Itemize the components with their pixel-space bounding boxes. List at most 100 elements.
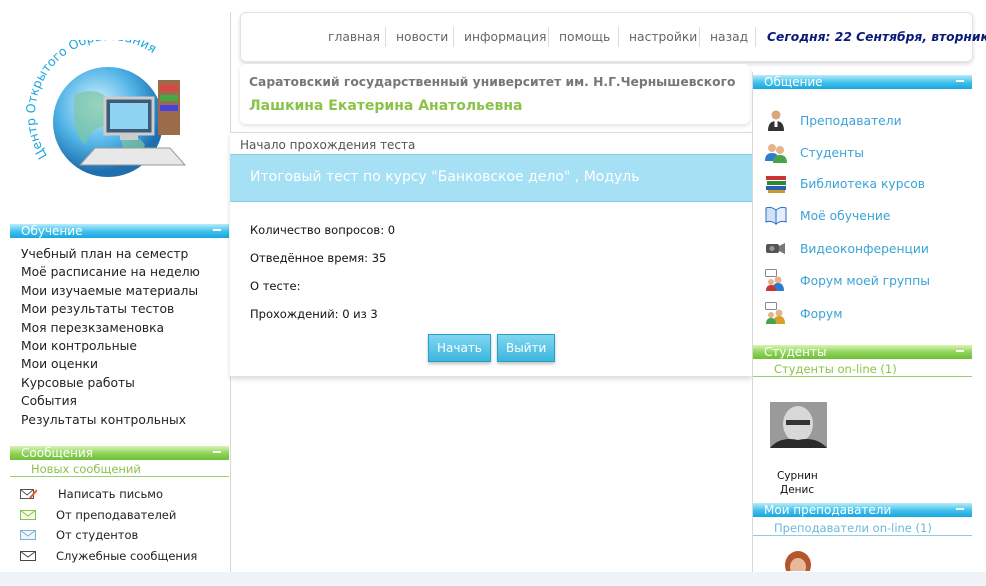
write-letter-icon (20, 489, 37, 499)
site-logo: Центр Открытого Образования (23, 40, 187, 177)
student-last-name[interactable]: Денис (780, 484, 814, 496)
write-letter-link[interactable]: Написать письмо (20, 487, 220, 505)
envelope-icon (20, 530, 36, 540)
forum-icon (765, 302, 785, 324)
comm-item-label: Студенты (800, 146, 865, 160)
nav-home[interactable]: главная (328, 30, 380, 44)
exit-button[interactable]: Выйти (497, 334, 556, 362)
nav-back[interactable]: назад (710, 30, 748, 44)
menu-item-events[interactable]: События (21, 392, 200, 410)
minimize-icon[interactable] (213, 229, 221, 231)
students-section-header: Студенты (753, 345, 972, 359)
from-teachers-label: От преподавателей (56, 508, 177, 522)
from-students-link[interactable]: От студентов (20, 528, 220, 546)
comm-item-videoconference[interactable]: Видеоконференции (765, 237, 965, 261)
teachers-section-title: Мои преподаватели (764, 503, 892, 517)
education-section-header: Обучение (10, 224, 229, 238)
user-header: Саратовский государственный университет … (240, 64, 750, 124)
comm-item-label: Моё обучение (800, 209, 891, 223)
top-navigation: главная новости информация помощь настро… (240, 12, 986, 62)
questions-count: Количество вопросов: 0 (250, 223, 396, 237)
student-first-name[interactable]: Сурнин (777, 470, 818, 482)
envelope-icon (20, 551, 36, 561)
from-teachers-link[interactable]: От преподавателей (20, 508, 220, 526)
test-title-bar: Итоговый тест по курсу "Банковское дело"… (230, 154, 752, 202)
comm-item-students[interactable]: Студенты (765, 141, 965, 165)
education-section-title: Обучение (21, 224, 83, 238)
new-messages-label[interactable]: Новых сообщений (10, 462, 229, 477)
video-camera-icon (766, 243, 785, 254)
teacher-icon (768, 110, 784, 131)
education-menu: Учебный план на семестр Моё расписание н… (21, 245, 200, 429)
nav-divider (699, 27, 700, 47)
envelope-icon (20, 510, 36, 520)
menu-item-control-works[interactable]: Мои контрольные (21, 337, 200, 355)
service-messages-link[interactable]: Служебные сообщения (20, 549, 220, 567)
teachers-section-header: Мои преподаватели (753, 503, 972, 517)
bottom-strip (0, 572, 986, 586)
communication-section-title: Общение (764, 75, 823, 89)
comm-item-label: Форум (800, 307, 843, 321)
menu-item-coursework[interactable]: Курсовые работы (21, 374, 200, 392)
start-button[interactable]: Начать (428, 334, 491, 362)
nav-settings[interactable]: настройки (629, 30, 697, 44)
comm-item-teachers[interactable]: Преподаватели (765, 109, 965, 133)
nav-divider (548, 27, 549, 47)
comm-item-label: Форум моей группы (800, 274, 930, 288)
about-test: О тесте: (250, 279, 301, 293)
minimize-icon[interactable] (213, 451, 221, 453)
comm-item-label: Видеоконференции (800, 242, 929, 256)
comm-item-label: Преподаватели (800, 114, 902, 128)
menu-item-test-results[interactable]: Мои результаты тестов (21, 300, 200, 318)
comm-item-group-forum[interactable]: Форум моей группы (765, 269, 965, 293)
comm-item-forum[interactable]: Форум (765, 302, 965, 326)
attempts-count: Прохождений: 0 из 3 (250, 307, 378, 321)
test-start-panel: Начало прохождения теста Итоговый тест п… (230, 132, 752, 376)
open-book-icon (765, 206, 787, 226)
group-forum-icon (765, 269, 784, 291)
breadcrumb: Начало прохождения теста (240, 138, 416, 152)
teachers-online-text: Преподаватели on-line (1) (774, 521, 932, 535)
menu-item-materials[interactable]: Мои изучаемые материалы (21, 282, 200, 300)
minimize-icon[interactable] (956, 80, 964, 82)
student-avatar[interactable] (770, 402, 827, 448)
write-letter-label: Написать письмо (58, 487, 163, 501)
nav-divider (453, 27, 454, 47)
messages-section-header: Сообщения (10, 446, 229, 460)
students-online-link[interactable]: Студенты on-line (1) (753, 362, 972, 377)
nav-news[interactable]: новости (396, 30, 448, 44)
nav-divider (385, 27, 386, 47)
comm-item-library[interactable]: Библиотека курсов (765, 172, 965, 196)
left-sidebar: Центр Открытого Образования Обучение Уче… (10, 12, 231, 586)
new-messages-text: Новых сообщений (31, 462, 141, 476)
teacher-photo (781, 549, 815, 571)
time-allotted: Отведённое время: 35 (250, 251, 387, 265)
menu-item-schedule[interactable]: Моё расписание на неделю (21, 263, 200, 281)
nav-help[interactable]: помощь (559, 30, 610, 44)
menu-item-grades[interactable]: Мои оценки (21, 355, 200, 373)
students-icon (765, 144, 787, 163)
menu-item-control-results[interactable]: Результаты контрольных (21, 411, 200, 429)
test-title: Итоговый тест по курсу "Банковское дело"… (250, 169, 640, 185)
minimize-icon[interactable] (956, 508, 964, 510)
menu-item-reexam[interactable]: Моя перезкзаменовка (21, 319, 200, 337)
teacher-avatar[interactable] (781, 549, 815, 571)
teachers-online-link[interactable]: Преподаватели on-line (1) (753, 521, 972, 536)
today-date: Сегодня: 22 Сентября, вторник (767, 30, 986, 44)
nav-information[interactable]: информация (464, 30, 546, 44)
menu-item-study-plan[interactable]: Учебный план на семестр (21, 245, 200, 263)
students-section-title: Студенты (764, 345, 827, 359)
nav-divider (755, 27, 756, 47)
minimize-icon[interactable] (956, 350, 964, 352)
university-name: Саратовский государственный университет … (249, 75, 736, 89)
books-icon (766, 176, 786, 193)
comm-item-label: Библиотека курсов (800, 177, 926, 191)
comm-item-my-learning[interactable]: Моё обучение (765, 204, 965, 228)
nav-divider (618, 27, 619, 47)
user-name: Лашкина Екатерина Анатольевна (249, 98, 523, 114)
from-students-label: От студентов (56, 528, 139, 542)
communication-section-header: Общение (753, 75, 972, 89)
service-messages-label: Служебные сообщения (56, 549, 198, 563)
right-sidebar: Общение Преподаватели Студенты Библиотек… (752, 72, 972, 586)
messages-section-title: Сообщения (21, 446, 94, 460)
